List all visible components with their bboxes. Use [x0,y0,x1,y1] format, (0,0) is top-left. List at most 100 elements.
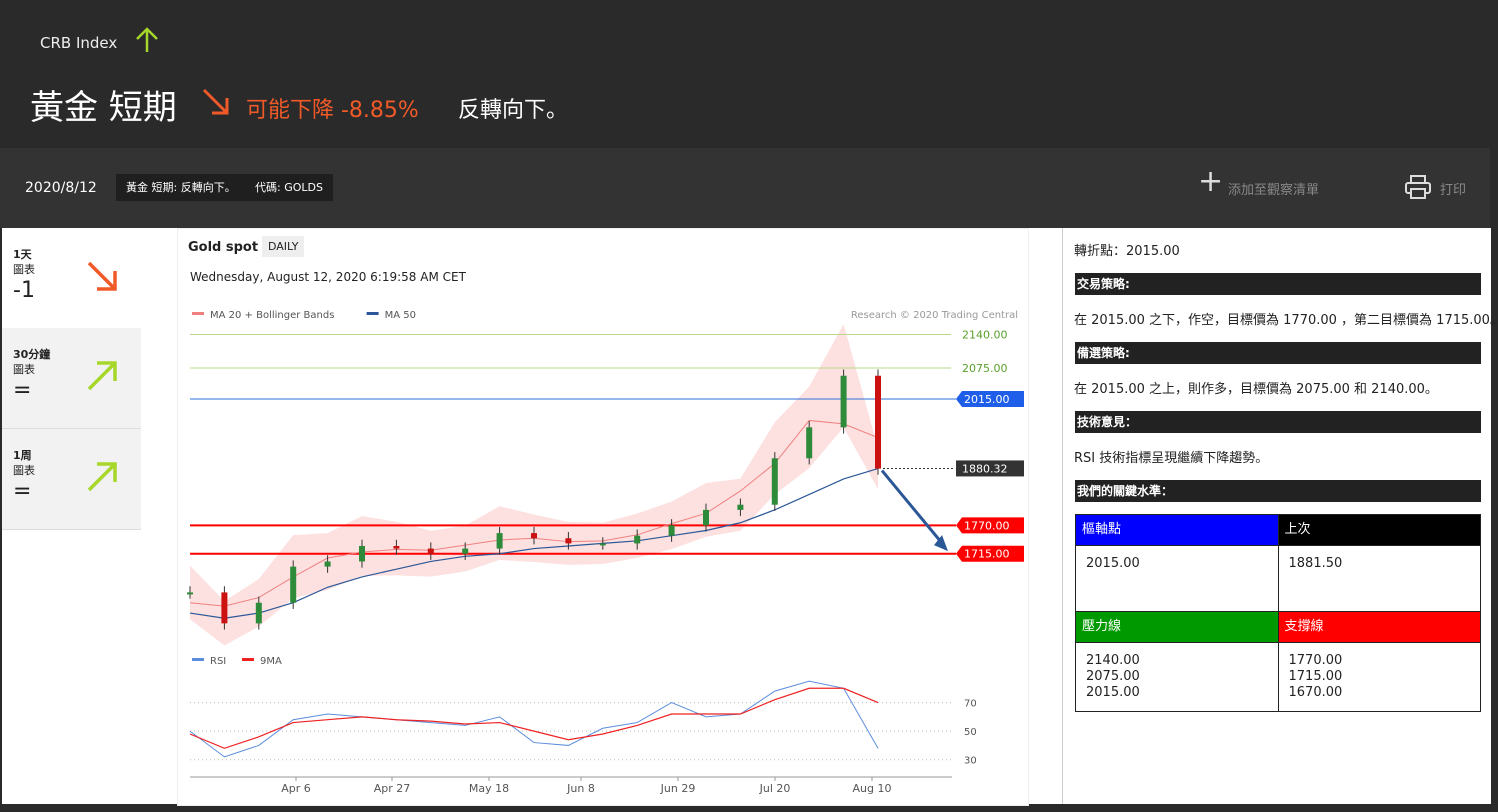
support-2: 1715.00 [1288,669,1343,684]
watchlist-label: 添加至觀察清單 [1228,183,1320,198]
price-candle [427,548,434,554]
arrow-up-icon [136,27,158,52]
forecast-arrow-line [880,469,944,545]
level-label: 2075.00 [962,362,1008,375]
alt-strategy-heading: 備選策略: [1075,342,1481,364]
resistance-values: 2140.00 2075.00 2015.00 [1075,642,1279,712]
timeframe-1day[interactable]: 1天 圖表 -1 [2,228,141,329]
price-candle [221,592,228,624]
rsi-ma-line [189,687,879,749]
resistance-3: 2015.00 [1086,685,1140,700]
tf-value: -1 [13,278,35,303]
toolbar: 2020/8/12 黃金 短期: 反轉向下。 代碼: GOLDS + 添加至觀察… [0,148,1490,228]
price-candle [737,504,744,510]
tf-value: = [13,479,32,504]
rsi-legend-swatch [192,658,204,661]
price-candle [668,525,675,536]
price-candle [324,561,331,567]
support-3: 1670.00 [1288,685,1343,700]
price-candle [565,538,572,544]
tf-sublabel: 圖表 [13,263,35,276]
legend-label: MA 20 + Bollinger Bands [210,310,334,321]
price-candle [703,509,709,526]
arrow-down-right-icon [87,261,117,291]
rsi-legend-label: 9MA [260,656,282,667]
resistance-header: 壓力線 [1075,611,1279,643]
printer-icon [1405,175,1431,199]
price-candle [359,545,365,562]
x-tick-label: Apr 27 [374,782,411,795]
price-candle [806,427,813,459]
last-header: 上次 [1277,514,1481,546]
code-tag: 代碼: GOLDS [245,174,333,201]
arrow-up-right-icon [87,462,117,492]
legend-swatch [192,312,204,315]
tf-label: 1天 [13,248,32,261]
tf-sublabel: 圖表 [13,464,35,477]
summary-text: 反轉向下。 [458,98,569,123]
analysis-panel: 轉折點：2015.00 交易策略: 在 2015.00 之下，作空，目標價為 1… [1062,228,1498,804]
headline-title: 黃金 短期 [30,88,177,128]
price-candle [599,543,606,546]
key-levels-heading: 我們的關鍵水準： [1075,480,1481,502]
pivot-value: 2015.00 [1075,545,1279,612]
key-levels-table: 樞軸點 上次 2015.00 1881.50 壓力線 支撐線 2140.00 2… [1075,514,1481,712]
arrow-down-right-icon [202,88,229,115]
legend-label: MA 50 [385,310,416,321]
arrow-up-right-icon [87,361,117,391]
pivot-text: 轉折點：2015.00 [1074,244,1180,259]
price-candle [634,535,641,544]
crb-index-label: CRB Index [40,34,118,52]
technical-text: RSI 技術指標呈現繼續下降趨勢。 [1074,451,1269,466]
level-label: 1715.00 [964,548,1010,561]
price-candle [462,548,469,554]
price-candle [393,545,400,549]
x-tick-label: Jun 29 [660,782,696,795]
rsi-legend-swatch [242,658,254,661]
price-candle [531,533,537,539]
strategy-text: 在 2015.00 之下，作空，目標價為 1770.00 ，第二目標價為 171… [1074,313,1498,328]
tf-label: 30分鐘 [13,348,51,361]
technical-heading: 技術意見： [1075,411,1481,433]
alt-strategy-text: 在 2015.00 之上，則作多，目標價為 2075.00 和 2140.00。 [1074,382,1438,397]
print-label: 打印 [1440,183,1467,198]
plus-icon: + [1198,164,1224,199]
price-candle [875,375,881,469]
level-label: 1880.32 [962,462,1008,475]
x-tick-label: Jun 8 [566,782,595,795]
pivot-header: 樞軸點 [1075,514,1279,546]
rsi-legend-label: RSI [210,656,226,667]
price-candle [840,375,847,428]
support-values: 1770.00 1715.00 1670.00 [1277,642,1481,712]
resistance-2: 2075.00 [1086,669,1140,684]
x-tick-label: May 18 [469,782,509,795]
legend-swatch [366,312,379,315]
resistance-1: 2140.00 [1086,653,1140,668]
tf-value: = [13,378,32,403]
tf-sublabel: 圖表 [13,363,35,376]
x-tick-label: Jul 20 [759,782,791,795]
rsi-line [189,680,879,758]
price-candle [255,602,262,624]
date-label: 2020/8/12 [25,180,97,196]
chart-credit: Research © 2020 Trading Central [851,310,1018,321]
header: CRB Index 黃金 短期 可能下降 -8.85% 反轉向下。 [0,0,1498,148]
tf-label: 1周 [13,449,32,462]
price-candle [496,533,503,549]
price-candle [771,458,778,505]
chart-panel: Gold spot DAILY Wednesday, August 12, 20… [177,228,1029,806]
price-candle [290,566,297,603]
price-candle [187,592,193,595]
timeframe-sidebar: 1天 圖表 -1 30分鐘 圖表 = 1周 圖表 = [2,228,141,804]
price-chart: MA 20 + Bollinger Bands MA 50 Research © 2… [187,310,1024,795]
support-1: 1770.00 [1288,653,1343,668]
support-header: 支撐線 [1277,611,1481,643]
timeframe-1week[interactable]: 1周 圖表 = [2,429,141,530]
content-area: 1天 圖表 -1 30分鐘 圖表 = 1周 圖表 = Gold spot DAI… [2,228,1498,806]
strategy-heading: 交易策略: [1075,273,1481,295]
timeframe-30min[interactable]: 30分鐘 圖表 = [2,328,141,429]
x-tick-label: Apr 6 [281,782,311,795]
level-label: 2140.00 [962,328,1008,341]
level-label: 1770.00 [964,519,1010,532]
forecast-text: 可能下降 -8.85% [246,98,419,123]
